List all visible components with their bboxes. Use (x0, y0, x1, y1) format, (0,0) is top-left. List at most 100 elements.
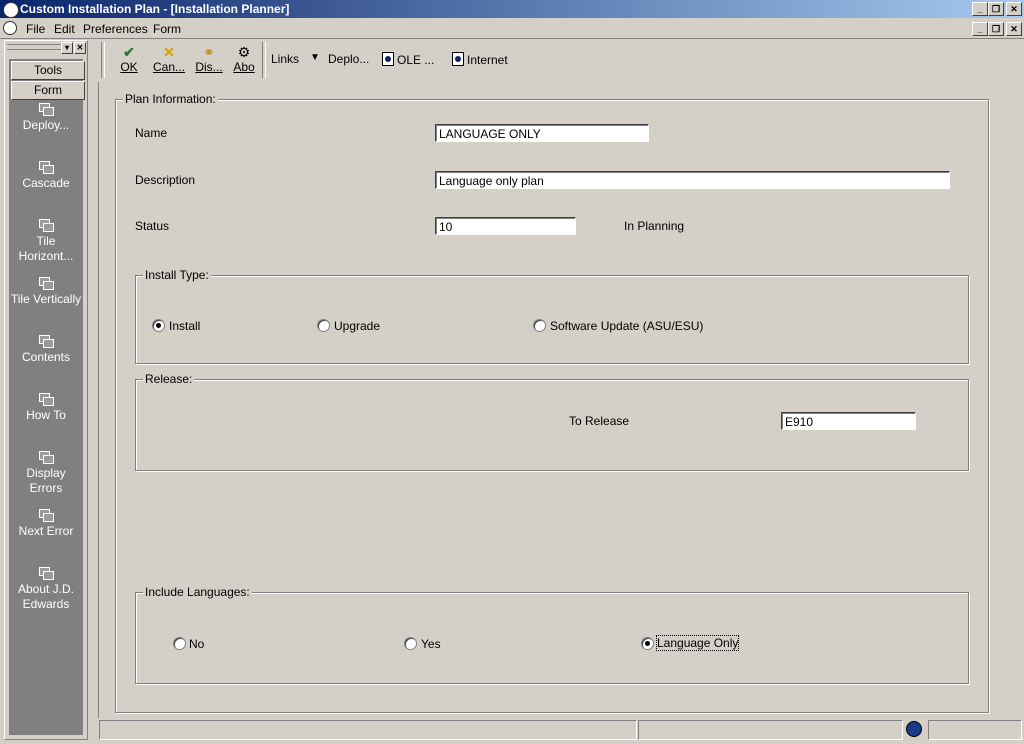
name-label: Name (135, 126, 168, 140)
software-update-radio-label[interactable]: Software Update (ASU/ESU) (550, 319, 703, 333)
status-panel-main (99, 720, 637, 740)
menu-file[interactable]: File (26, 22, 45, 36)
links-menu[interactable]: Links (271, 52, 299, 66)
sidebar-item-tile-horizontally[interactable]: Tile Horizont... (9, 219, 83, 264)
name-field[interactable]: LANGUAGE ONLY (435, 124, 649, 142)
sidebar-item-label: Cascade (22, 176, 70, 190)
sidebar-grip[interactable] (7, 44, 63, 50)
about-button[interactable]: ⚙ Abo (232, 44, 256, 74)
sidebar-item-cascade[interactable]: Cascade (9, 161, 83, 191)
sidebar-item-tile-vertically[interactable]: Tile Vertically (9, 277, 83, 307)
sidebar-item-about[interactable]: About J.D. Edwards (9, 567, 83, 612)
ole-document-icon (382, 52, 394, 66)
form-area: Plan Information: Name LANGUAGE ONLY Des… (98, 82, 1023, 718)
upgrade-radio[interactable] (317, 319, 330, 332)
toolbar-separator (101, 42, 105, 78)
menu-edit[interactable]: Edit (54, 22, 75, 36)
internet-link[interactable]: Internet (452, 52, 508, 67)
sidebar-close-icon[interactable]: ✕ (74, 42, 86, 54)
install-type-legend: Install Type: (143, 268, 211, 282)
exit-icon (39, 509, 54, 522)
menu-preferences[interactable]: Preferences (83, 22, 148, 36)
exit-icon (39, 103, 54, 116)
restore-icon[interactable]: ❐ (988, 2, 1004, 16)
display-label: Dis... (195, 60, 223, 74)
help-icon: ⚙ (237, 44, 251, 60)
include-languages-legend: Include Languages: (143, 585, 252, 599)
sidebar-dropdown-icon[interactable]: ▾ (61, 42, 73, 54)
toolbar-separator (262, 42, 266, 78)
ole-label: OLE ... (397, 53, 435, 67)
ole-link[interactable]: OLE ... (382, 52, 434, 67)
sidebar-panel: ▾ ✕ Tools Form Deploy... Cascade Tile Ho… (4, 40, 88, 740)
no-radio-label[interactable]: No (189, 637, 204, 651)
sidebar-tab-form[interactable]: Form (11, 81, 85, 100)
plan-information-legend: Plan Information: (123, 92, 218, 106)
install-radio[interactable] (152, 319, 165, 332)
yes-radio[interactable] (404, 637, 417, 650)
cancel-x-icon: ✕ (163, 44, 175, 60)
chevron-down-icon[interactable]: ▼ (310, 52, 320, 63)
child-minimize-icon[interactable]: _ (972, 22, 988, 36)
sidebar-item-label: Tile Horizont... (18, 234, 74, 263)
exit-icon (39, 277, 54, 290)
exit-icon (39, 219, 54, 232)
exit-icon (39, 161, 54, 174)
checkmark-icon: ✔ (123, 44, 135, 60)
sidebar-item-label: Deploy... (22, 118, 70, 132)
globe-icon (906, 721, 922, 737)
sidebar-content: Tools Form Deploy... Cascade Tile Horizo… (9, 59, 85, 735)
yes-radio-label[interactable]: Yes (421, 637, 441, 651)
language-only-radio[interactable] (641, 637, 654, 650)
cancel-button[interactable]: ✕ Can... (152, 44, 186, 74)
sidebar-tab-tools[interactable]: Tools (11, 61, 85, 80)
binoculars-icon: ⚭ (203, 44, 215, 60)
exit-icon (39, 393, 54, 406)
ok-label: OK (120, 60, 138, 74)
sidebar-item-contents[interactable]: Contents (9, 335, 83, 365)
exit-icon (39, 335, 54, 348)
document-icon[interactable] (3, 21, 17, 35)
close-icon[interactable]: ✕ (1006, 2, 1022, 16)
cancel-label: Can... (152, 60, 185, 74)
description-label: Description (135, 173, 196, 187)
sidebar-item-label: How To (26, 408, 66, 422)
exit-icon (39, 567, 54, 580)
status-panel-tertiary (928, 720, 1022, 740)
upgrade-radio-label[interactable]: Upgrade (334, 319, 380, 333)
sidebar-item-label: About J.D. Edwards (17, 582, 75, 611)
to-release-label: To Release (569, 414, 630, 428)
about-label: Abo (233, 60, 255, 74)
to-release-field[interactable]: E910 (781, 412, 916, 430)
deploy-link[interactable]: Deplo... (328, 52, 369, 66)
sidebar-item-deploy[interactable]: Deploy... (9, 103, 83, 133)
sidebar-item-label: Next Error (18, 524, 74, 538)
child-restore-icon[interactable]: ❐ (988, 22, 1004, 36)
sidebar-item-how-to[interactable]: How To (9, 393, 83, 423)
sidebar-item-label: Tile Vertically (10, 292, 82, 306)
language-only-radio-label[interactable]: Language Only (655, 635, 740, 651)
install-radio-label[interactable]: Install (169, 319, 200, 333)
include-languages-group: Include Languages: (135, 585, 969, 684)
menu-bar: File Edit Preferences Form _ ❐ ✕ (0, 19, 1024, 39)
release-legend: Release: (143, 372, 195, 386)
status-panel-secondary (638, 720, 903, 740)
child-close-icon[interactable]: ✕ (1006, 22, 1022, 36)
menu-form[interactable]: Form (153, 22, 181, 36)
minimize-icon[interactable]: _ (972, 2, 988, 16)
toolbar: ✔ OK ✕ Can... ⚭ Dis... ⚙ Abo Links ▼ Dep… (98, 40, 1022, 80)
software-update-radio[interactable] (533, 319, 546, 332)
status-label: Status (135, 219, 170, 233)
display-button[interactable]: ⚭ Dis... (194, 44, 224, 74)
exit-icon (39, 451, 54, 464)
ok-button[interactable]: ✔ OK (119, 44, 139, 74)
sidebar-item-next-error[interactable]: Next Error (9, 509, 83, 539)
status-description: In Planning (624, 219, 685, 233)
status-bar (98, 718, 1022, 740)
description-field[interactable]: Language only plan (435, 171, 950, 189)
no-radio[interactable] (173, 637, 186, 650)
title-bar: Custom Installation Plan - [Installation… (0, 0, 1024, 18)
status-field[interactable]: 10 (435, 217, 576, 235)
internet-document-icon (452, 52, 464, 66)
sidebar-item-display-errors[interactable]: Display Errors (9, 451, 83, 496)
